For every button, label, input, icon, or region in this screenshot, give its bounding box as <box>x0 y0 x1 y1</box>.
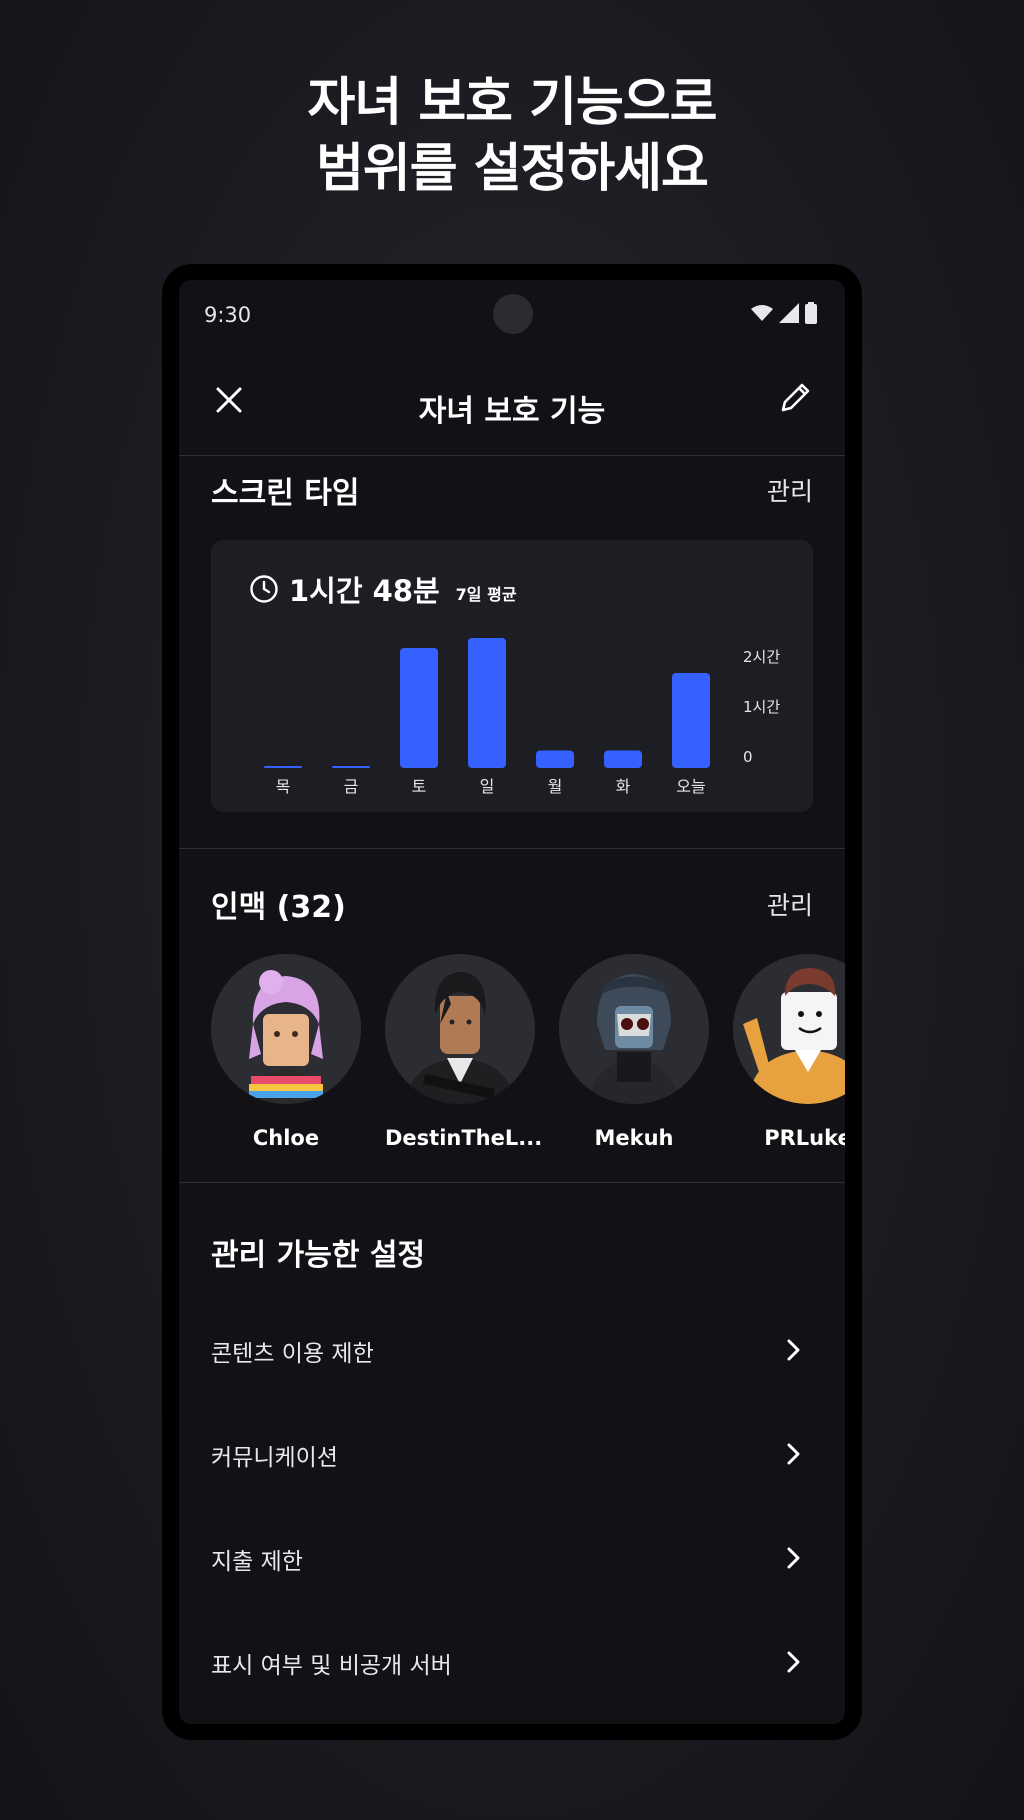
page-title: 자녀 보호 기능 <box>418 394 606 429</box>
headline-line-2: 범위를 설정하세요 <box>316 139 709 199</box>
chart-bar <box>672 673 710 768</box>
chart-x-tick-label: 월 <box>548 777 563 796</box>
status-icons <box>751 302 817 324</box>
avatar <box>211 954 361 1104</box>
promo-headline: 자녀 보호 기능으로 범위를 설정하세요 <box>0 70 1024 202</box>
contact-name: PRLuke <box>764 1126 845 1150</box>
contacts-manage-link[interactable]: 관리 <box>767 886 813 922</box>
setting-label: 커뮤니케이션 <box>211 1445 338 1471</box>
setting-label: 콘텐츠 이용 제한 <box>211 1341 374 1367</box>
contact-name: Chloe <box>252 1126 320 1150</box>
avatar <box>385 954 535 1104</box>
edit-pencil-icon[interactable] <box>775 378 815 418</box>
chart-y-tick-label: 0 <box>743 748 753 766</box>
signal-icon <box>779 303 799 323</box>
chart-y-tick-label: 2시간 <box>743 648 780 666</box>
wifi-icon <box>751 305 773 321</box>
screen-time-card: 1시간 48분 7일 평균 목 금 토 일 월 화 오늘 2시간 1시간 0 <box>211 540 813 812</box>
chart-bar <box>604 750 642 768</box>
contact-item[interactable]: PRLuke <box>733 954 845 1150</box>
screen-time-title: 스크린 타임 <box>211 476 360 511</box>
contact-item[interactable]: Mekuh <box>559 954 709 1150</box>
setting-row-communication[interactable]: 커뮤니케이션 <box>179 1402 845 1506</box>
chart-x-tick-label: 금 <box>344 777 359 796</box>
chart-x-tick-label: 화 <box>616 777 631 796</box>
divider <box>179 848 845 849</box>
chart-bar <box>264 766 302 768</box>
chevron-right-icon <box>787 1443 800 1465</box>
setting-row-content-restrictions[interactable]: 콘텐츠 이용 제한 <box>179 1298 845 1402</box>
screen-time-manage-link[interactable]: 관리 <box>767 472 813 508</box>
chevron-right-icon <box>787 1339 800 1361</box>
settings-title: 관리 가능한 설정 <box>211 1238 426 1273</box>
chart-y-tick-label: 1시간 <box>743 698 780 716</box>
headline-line-1: 자녀 보호 기능으로 <box>307 73 718 133</box>
phone-screen: 9:30 자녀 보호 기능 스크린 타임 관리 1시간 48분 7일 평균 목 … <box>179 280 845 1724</box>
screen-time-chart: 목 금 토 일 월 화 오늘 2시간 1시간 0 <box>264 638 780 796</box>
status-time: 9:30 <box>204 303 252 327</box>
phone-frame: 9:30 자녀 보호 기능 스크린 타임 관리 1시간 48분 7일 평균 목 … <box>162 264 862 1740</box>
chart-x-tick-label: 토 <box>412 777 427 796</box>
chart-bar <box>536 750 574 768</box>
chart-x-tick-label: 일 <box>480 777 495 796</box>
contact-item[interactable]: DestinTheL... <box>385 954 543 1150</box>
contacts-title: 인맥 (32) <box>211 890 346 925</box>
chevron-right-icon <box>787 1651 800 1673</box>
setting-row-visibility-private-servers[interactable]: 표시 여부 및 비공개 서버 <box>179 1610 845 1714</box>
setting-row-spending-limits[interactable]: 지출 제한 <box>179 1506 845 1610</box>
avatar <box>733 954 845 1104</box>
contacts-header: 인맥 (32) 관리 <box>211 882 813 926</box>
contact-item[interactable]: Chloe <box>211 954 361 1150</box>
divider <box>179 1182 845 1183</box>
battery-icon <box>805 302 817 324</box>
status-bar: 9:30 <box>179 280 845 344</box>
chart-bar <box>332 766 370 768</box>
camera-cutout <box>493 294 533 334</box>
chevron-right-icon <box>787 1547 800 1569</box>
setting-label: 지출 제한 <box>211 1549 303 1575</box>
avatar <box>559 954 709 1104</box>
setting-label: 표시 여부 및 비공개 서버 <box>211 1653 452 1679</box>
chart-bar <box>468 638 506 768</box>
contact-name: DestinTheL... <box>385 1126 543 1150</box>
screen-time-header: 스크린 타임 관리 <box>211 468 813 512</box>
chart-x-tick-label: 목 <box>276 777 291 796</box>
chart-x-tick-label: 오늘 <box>676 777 705 796</box>
app-bar: 자녀 보호 기능 <box>179 344 845 456</box>
contact-name: Mekuh <box>594 1126 674 1150</box>
chart-bar <box>400 648 438 768</box>
contacts-list: Chloe DestinTheL... Mekuh PRLuke <box>211 954 845 1154</box>
